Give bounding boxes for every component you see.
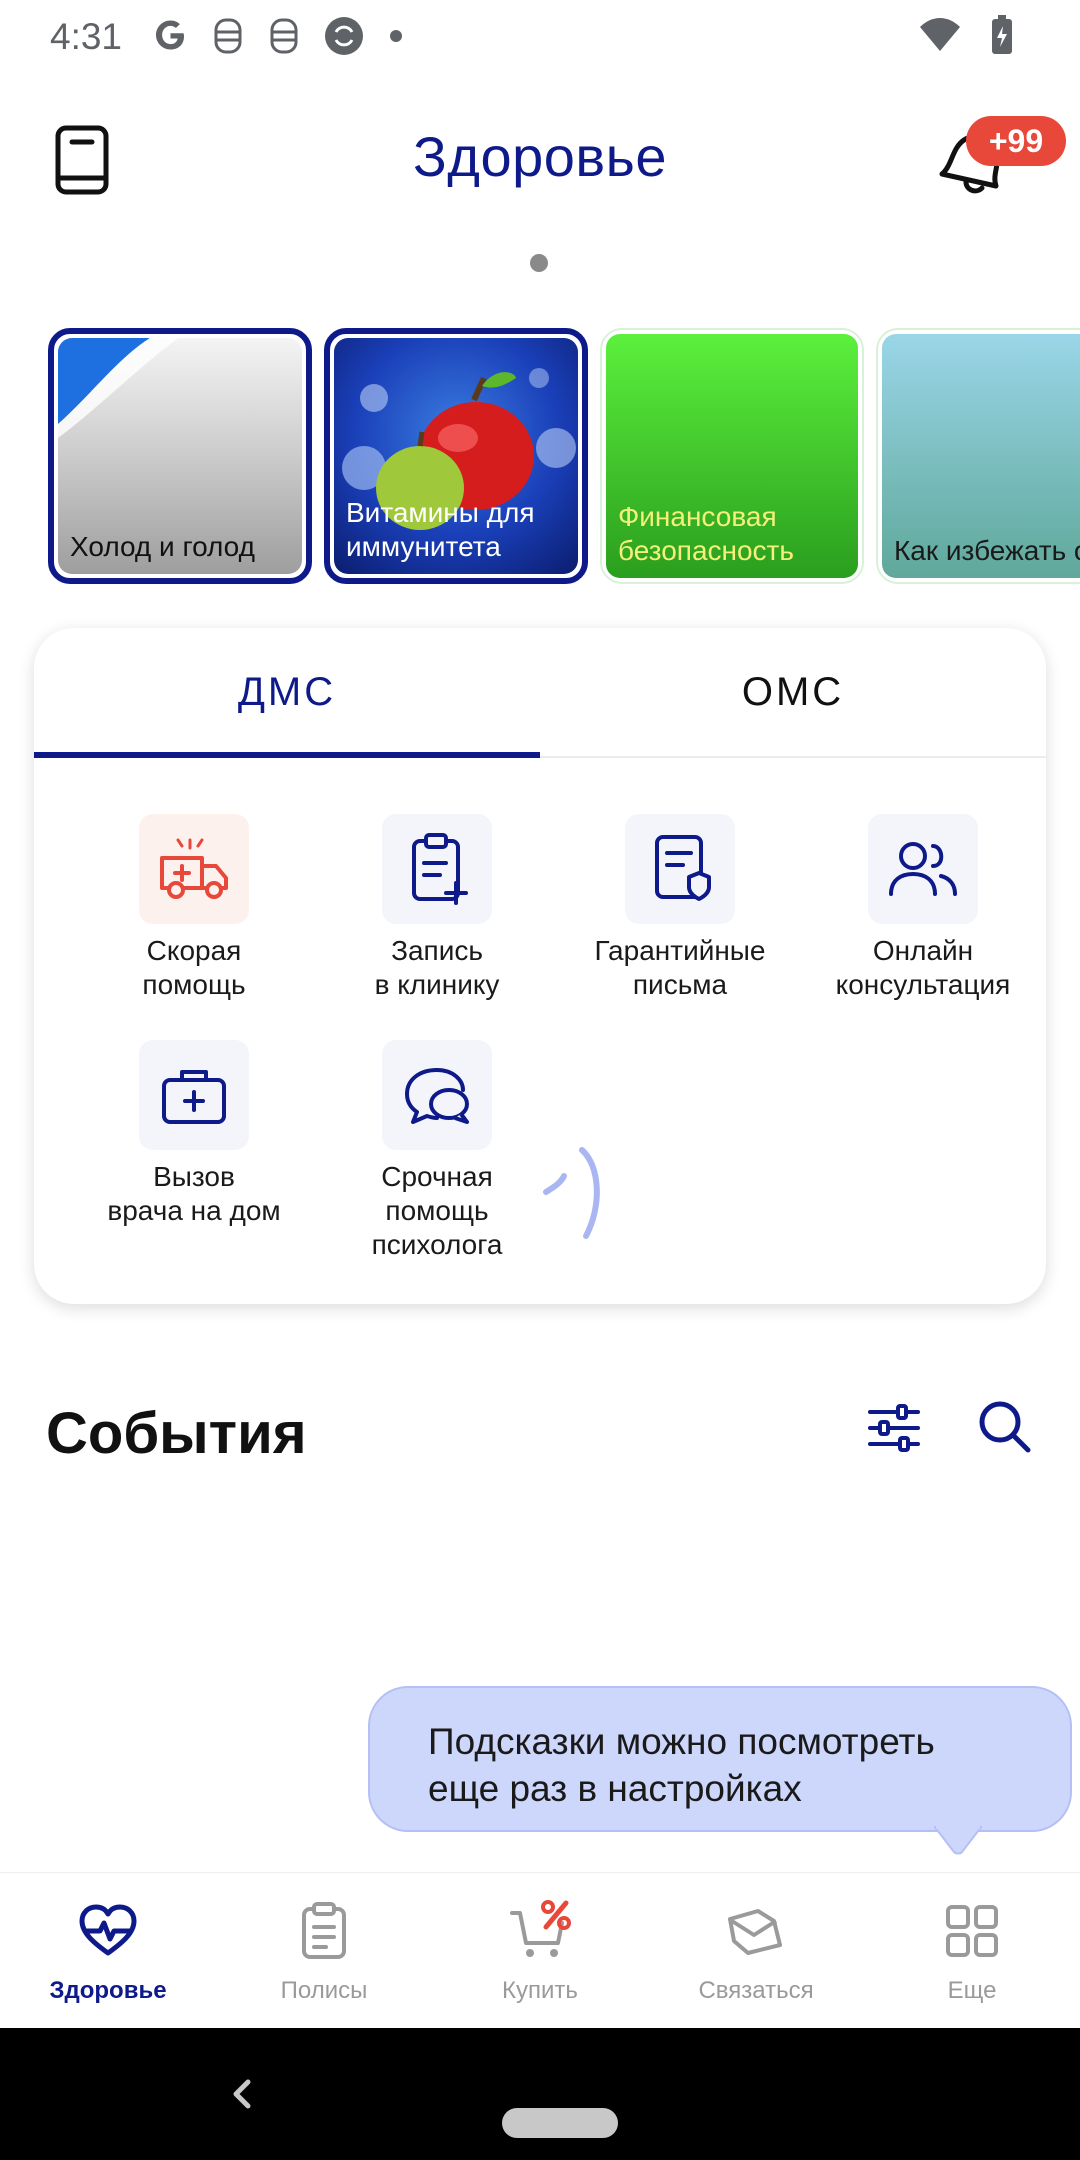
notifications-badge: +99 [966,116,1066,166]
service-label: Скорая [146,935,242,966]
service-label: врача на дом [107,1195,281,1226]
story-card[interactable]: Как избежать обморожения [876,328,1080,584]
service-online-consultation[interactable]: Онлайн консультация [803,814,1043,1002]
service-label: помощь [385,1195,489,1226]
service-label: в клинику [374,969,500,1000]
filter-icon [868,1404,920,1452]
story-card[interactable]: Финансовая безопасность [600,328,864,584]
nav-label: Связаться [698,1977,814,2004]
stories-carousel[interactable]: Холод и голод Витамины для иммунитета Фи… [48,328,1080,584]
ambulance-icon [160,838,228,899]
battery-charging-icon [992,15,1012,54]
nav-item-health[interactable]: Здоровье [0,1873,216,2029]
tooltip-text: еще раз в настройках [428,1768,802,1809]
service-psychologist[interactable]: Срочная помощь психолога [317,1040,557,1262]
medical-bag-icon [162,1070,226,1124]
nav-item-contact[interactable]: Связаться [648,1873,864,2029]
insurance-tabs: ДМС ОМС [34,628,1046,758]
bottom-navigation: Здоровье Полисы Купить Связаться Еще [0,1872,1080,2028]
story-label: Витамины для иммунитета [346,497,535,562]
chat-bubbles-icon [405,1068,469,1124]
story-card[interactable]: Витамины для иммунитета [324,328,588,584]
mask-icon [270,18,298,54]
nav-label: Купить [502,1977,578,2004]
nav-item-policies[interactable]: Полисы [216,1873,432,2029]
page-title: Здоровье [412,125,667,188]
service-clinic-booking[interactable]: Запись в клинику [317,814,557,1002]
status-bar: 4:31 [0,0,1080,80]
back-icon[interactable] [222,2064,262,2124]
search-icon [979,1401,1031,1453]
tooltip-text: Подсказки можно посмотреть [428,1721,935,1762]
users-icon [889,842,957,896]
service-label: психолога [371,1229,503,1260]
vpn-icon [325,17,363,55]
grid-icon [946,1905,998,1957]
dot-icon [390,30,402,42]
service-home-doctor[interactable]: Вызов врача на дом [74,1040,314,1228]
tab-indicator [34,752,540,758]
service-ambulance[interactable]: Скорая помощь [74,814,314,1002]
tab-dms[interactable]: ДМС [34,670,540,715]
tab-oms[interactable]: ОМС [540,670,1046,715]
home-pill[interactable] [502,2108,618,2138]
service-label: Срочная [381,1161,493,1192]
document-shield-icon [655,835,711,901]
story-label: Холод и голод [70,531,255,562]
app-header: Здоровье [0,100,1080,220]
system-navigation-bar [0,2028,1080,2160]
tooltip-tail [934,1826,982,1855]
story-label: Как избежать обморожения [894,535,1080,566]
story-label: Финансовая безопасность [618,501,794,566]
service-label: консультация [835,969,1011,1000]
events-title: События [46,1401,307,1466]
status-time: 4:31 [50,16,123,57]
service-label: Гарантийные [594,935,766,966]
page-indicator-dot [530,254,548,272]
heart-pulse-icon [79,1904,137,1956]
story-card[interactable]: Холод и голод [48,328,312,584]
clipboard-plus-icon [412,833,468,905]
nav-item-more[interactable]: Еще [864,1873,1080,2029]
mask-icon [214,18,242,54]
nav-label: Еще [947,1977,997,2004]
service-label: Запись [391,935,483,966]
clipboard-icon [302,1902,346,1959]
search-button[interactable] [974,1396,1034,1456]
nav-item-buy[interactable]: Купить [432,1873,648,2029]
service-label: Вызов [153,1161,235,1192]
wifi-icon [920,18,960,51]
hint-tooltip[interactable]: Подсказки можно посмотреть еще раз в нас… [368,1686,1072,1832]
service-label: помощь [142,969,246,1000]
filter-button[interactable] [864,1398,924,1458]
google-icon [156,20,184,50]
envelope-icon [728,1909,782,1955]
nav-label: Здоровье [49,1977,167,2004]
loading-spinner-icon [543,1147,600,1239]
screen: 4:31 Здоровье +99 Холод и голод Витамины… [0,0,1080,2160]
service-label: письма [632,969,728,1000]
service-guarantee-letters[interactable]: Гарантийные письма [560,814,800,1002]
cart-percent-icon [510,1900,571,1957]
service-label: Онлайн [872,935,974,966]
nav-label: Полисы [280,1977,368,2004]
